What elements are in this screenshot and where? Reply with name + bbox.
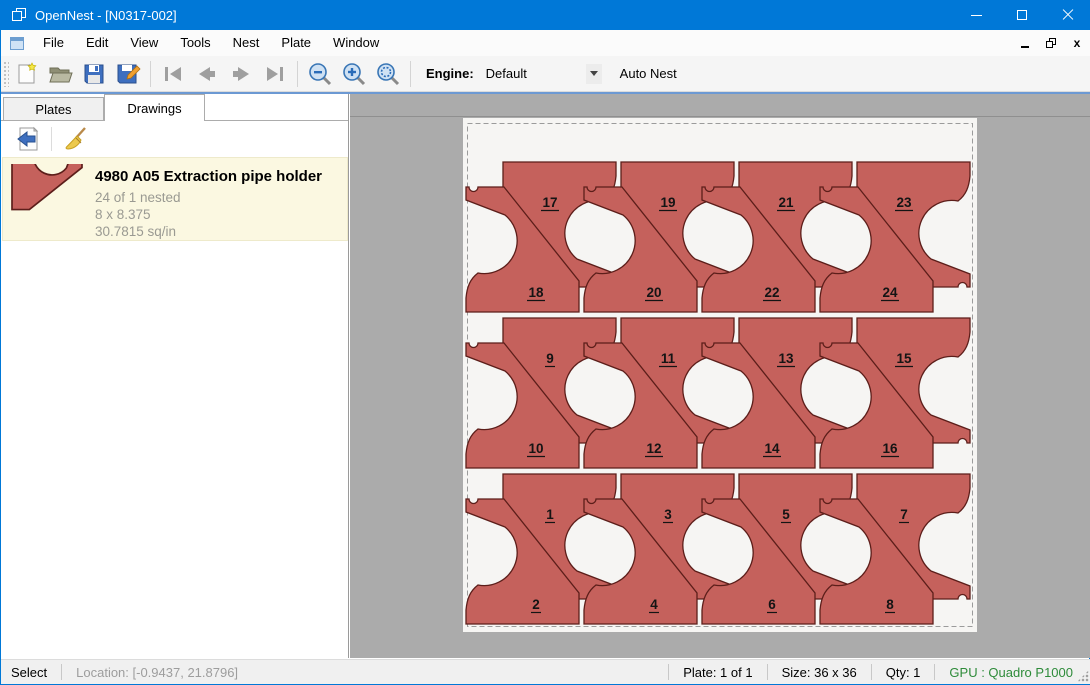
minimize-button[interactable] <box>953 0 999 30</box>
part-number-label: 7 <box>900 507 908 522</box>
engine-combobox[interactable]: Default <box>480 63 602 85</box>
clean-button[interactable] <box>60 124 92 154</box>
part-number-label: 18 <box>528 285 544 300</box>
part-number-label: 22 <box>764 285 779 300</box>
menu-tools[interactable]: Tools <box>169 30 221 56</box>
send-back-button[interactable] <box>11 124 43 154</box>
chevron-down-icon[interactable] <box>586 64 602 84</box>
last-plate-button[interactable] <box>258 59 292 89</box>
drawing-list-item[interactable]: 4980 A05 Extraction pipe holder 24 of 1 … <box>2 157 348 241</box>
broom-icon <box>63 126 89 152</box>
zoom-out-icon <box>307 61 333 87</box>
engine-value: Default <box>480 66 586 81</box>
nest-canvas[interactable]: 171819202122232491011121314151612345678 <box>350 94 1090 658</box>
zoom-out-button[interactable] <box>303 59 337 89</box>
drawing-nested-count: 24 of 1 nested <box>95 189 322 206</box>
part-thumbnail <box>9 164 89 234</box>
save-edit-icon <box>115 61 141 87</box>
part-shape <box>12 164 82 210</box>
part-number-label: 14 <box>764 441 780 456</box>
open-folder-icon <box>47 61 73 87</box>
zoom-fit-button[interactable] <box>371 59 405 89</box>
tab-plates[interactable]: Plates <box>3 97 104 121</box>
save-as-button[interactable] <box>111 59 145 89</box>
status-plate-count: Plate: 1 of 1 <box>669 665 766 680</box>
menu-plate[interactable]: Plate <box>270 30 322 56</box>
part-number-label: 21 <box>778 195 794 210</box>
status-mode: Select <box>1 665 61 680</box>
mdi-close-button[interactable]: x <box>1069 35 1085 51</box>
sidebar-tabstrip: Plates Drawings <box>1 94 348 121</box>
main-toolbar: Engine: Default Auto Nest <box>1 56 1090 92</box>
part-number-label: 8 <box>886 597 894 612</box>
part-number-label: 5 <box>782 507 790 522</box>
status-qty: Qty: 1 <box>872 665 935 680</box>
zoom-fit-icon <box>375 61 401 87</box>
drawings-toolbar <box>1 121 348 156</box>
menu-file[interactable]: File <box>32 30 75 56</box>
title-bar: OpenNest - [N0317-002] <box>1 0 1090 30</box>
new-file-button[interactable] <box>9 59 43 89</box>
nest-layout: 171819202122232491011121314151612345678 <box>463 118 977 632</box>
new-file-icon <box>13 61 39 87</box>
part-number-label: 17 <box>542 195 557 210</box>
menu-nest[interactable]: Nest <box>222 30 271 56</box>
save-icon <box>81 61 107 87</box>
part-number-label: 12 <box>646 441 661 456</box>
part-number-label: 15 <box>896 351 912 366</box>
page-back-arrow-icon <box>14 126 40 152</box>
document-icon <box>10 37 24 50</box>
app-icon <box>12 8 26 22</box>
status-gpu: GPU : Quadro P1000 <box>935 665 1090 680</box>
part-number-label: 16 <box>882 441 898 456</box>
mdi-minimize-button[interactable] <box>1017 35 1033 51</box>
menu-view[interactable]: View <box>119 30 169 56</box>
tab-drawings[interactable]: Drawings <box>104 94 205 121</box>
part-number-label: 1 <box>546 507 554 522</box>
mdi-restore-button[interactable] <box>1043 35 1059 51</box>
drawing-dimensions: 8 x 8.375 <box>95 206 322 223</box>
next-plate-button[interactable] <box>224 59 258 89</box>
drawing-area: 30.7815 sq/in <box>95 223 322 240</box>
save-button[interactable] <box>77 59 111 89</box>
plate-sheet[interactable]: 171819202122232491011121314151612345678 <box>463 118 977 632</box>
part-number-label: 10 <box>528 441 543 456</box>
first-plate-button[interactable] <box>156 59 190 89</box>
status-bar: Select Location: [-0.9437, 21.8796] Plat… <box>1 659 1090 684</box>
menu-window[interactable]: Window <box>322 30 390 56</box>
menu-edit[interactable]: Edit <box>75 30 119 56</box>
status-plate-size: Size: 36 x 36 <box>768 665 871 680</box>
auto-nest-button[interactable]: Auto Nest <box>612 66 685 81</box>
drawing-title: 4980 A05 Extraction pipe holder <box>95 168 322 185</box>
menu-bar: FileEditViewToolsNestPlateWindow x <box>1 30 1090 56</box>
engine-label: Engine: <box>426 66 474 81</box>
part-number-label: 2 <box>532 597 540 612</box>
close-button[interactable] <box>1045 0 1090 30</box>
sidebar: Plates Drawings 4980 A05 Extract <box>1 94 349 658</box>
part-number-label: 13 <box>778 351 794 366</box>
part-number-label: 23 <box>896 195 912 210</box>
part-number-label: 9 <box>546 351 554 366</box>
open-file-button[interactable] <box>43 59 77 89</box>
document-top-edge <box>350 116 1090 117</box>
part-number-label: 19 <box>660 195 675 210</box>
part-number-label: 6 <box>768 597 776 612</box>
part-number-label: 24 <box>882 285 898 300</box>
part-number-label: 4 <box>650 597 658 612</box>
zoom-in-icon <box>341 61 367 87</box>
zoom-in-button[interactable] <box>337 59 371 89</box>
window-title: OpenNest - [N0317-002] <box>35 8 177 23</box>
part-number-label: 11 <box>661 351 676 366</box>
status-location: Location: [-0.9437, 21.8796] <box>62 665 668 680</box>
part-number-label: 20 <box>646 285 661 300</box>
part-number-label: 3 <box>664 507 672 522</box>
previous-plate-button[interactable] <box>190 59 224 89</box>
maximize-button[interactable] <box>999 0 1045 30</box>
